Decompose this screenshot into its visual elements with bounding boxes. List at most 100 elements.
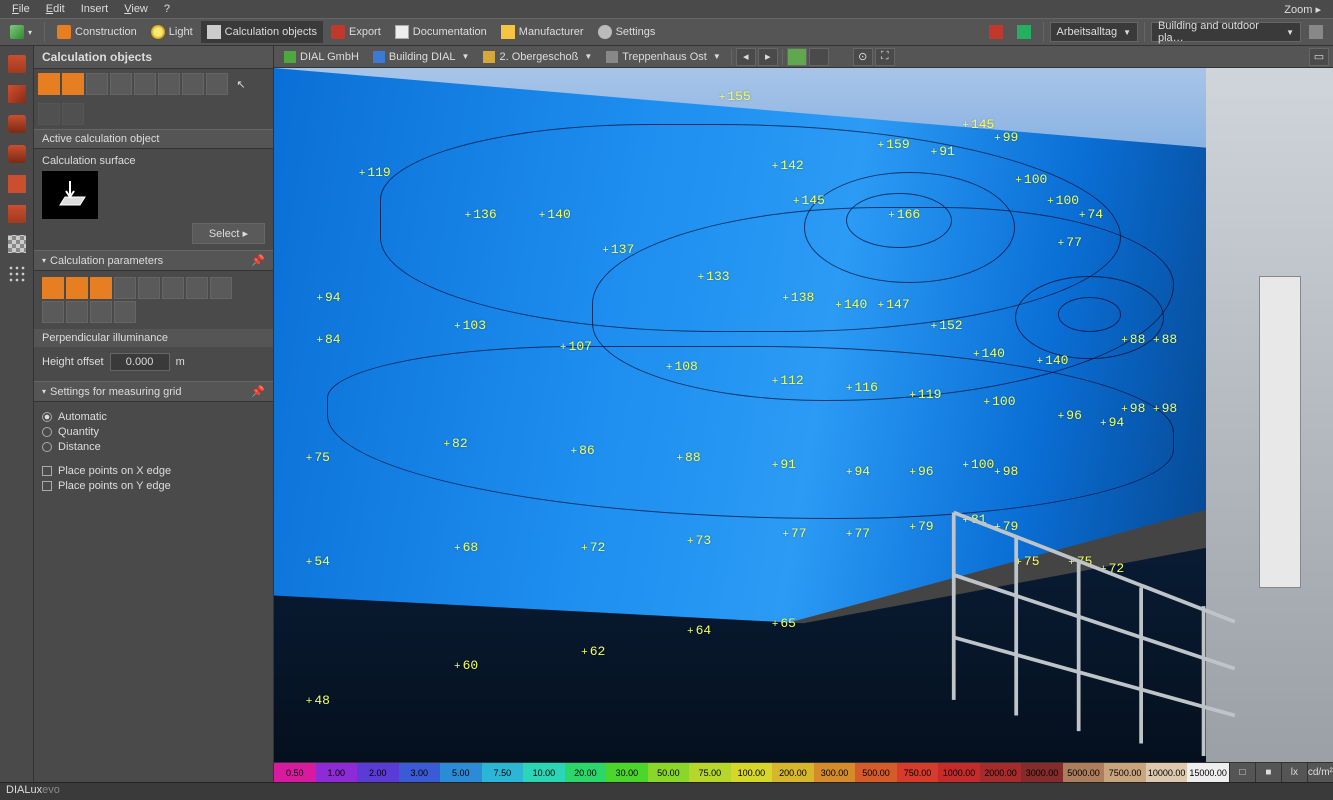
menu-view[interactable]: View — [116, 2, 156, 16]
view-maximize[interactable]: ▭ — [1309, 48, 1329, 66]
settings-icon — [598, 25, 612, 39]
check-y-edge[interactable]: Place points on Y edge — [42, 480, 265, 492]
scale-stop: 0.50 — [274, 763, 316, 782]
param-tool-8[interactable] — [210, 277, 232, 299]
tab-construction[interactable]: Construction — [51, 21, 143, 43]
illuminance-value: 140 — [973, 346, 1005, 361]
illuminance-value: 77 — [1058, 235, 1082, 250]
tab-calculation-objects[interactable]: Calculation objects — [201, 21, 323, 43]
shape-tool-7[interactable] — [182, 73, 204, 95]
illuminance-value: 152 — [931, 318, 963, 333]
measuring-grid-header[interactable]: ▾Settings for measuring grid📌 — [34, 381, 273, 402]
view-mode-3d[interactable] — [787, 48, 807, 66]
illuminance-value: 65 — [772, 616, 796, 631]
select-button[interactable]: Select ▸ — [192, 223, 265, 244]
zoom-label[interactable]: Zoom ▸ — [1276, 2, 1329, 17]
vbtn-building[interactable] — [3, 80, 31, 108]
illuminance-value: 79 — [909, 519, 933, 534]
vbtn-grid[interactable] — [3, 260, 31, 288]
param-tool-2[interactable] — [66, 277, 88, 299]
menu-insert[interactable]: Insert — [73, 2, 117, 16]
unit-lx[interactable]: lx — [1281, 763, 1307, 782]
tab-settings[interactable]: Settings — [592, 21, 662, 43]
crumb-project[interactable]: DIAL GmbH — [278, 49, 365, 65]
close-button[interactable] — [983, 21, 1009, 43]
tab-light[interactable]: Light — [145, 21, 199, 43]
view-center[interactable]: ⊙ — [853, 48, 873, 66]
radio-automatic[interactable]: Automatic — [42, 411, 265, 423]
param-tool-3[interactable] — [90, 277, 112, 299]
can2-icon — [8, 145, 26, 163]
illuminance-value: 112 — [772, 373, 804, 388]
unit-cd/m²[interactable]: cd/m² — [1307, 763, 1333, 782]
illuminance-value: 86 — [571, 443, 595, 458]
param-tool-9[interactable] — [42, 301, 64, 323]
shape-tool-2[interactable] — [62, 73, 84, 95]
scene-combo[interactable]: Arbeitsalltag▼ — [1050, 22, 1138, 42]
calc-params-header[interactable]: ▾Calculation parameters📌 — [34, 250, 273, 271]
scale-toggle-1[interactable]: ■ — [1255, 763, 1281, 782]
pointer-tool[interactable]: ↖ — [230, 73, 252, 95]
check-x-edge[interactable]: Place points on X edge — [42, 465, 265, 477]
vbtn-project[interactable] — [3, 50, 31, 78]
radio-distance[interactable]: Distance — [42, 441, 265, 453]
scale-toggle-0[interactable]: □ — [1229, 763, 1255, 782]
crumb-building[interactable]: Building DIAL▼ — [367, 49, 476, 65]
save-button[interactable]: ▾ — [4, 21, 38, 43]
menu-edit[interactable]: Edit — [38, 2, 73, 16]
vbtn-text[interactable] — [3, 170, 31, 198]
view-extents[interactable]: ⛶ — [875, 48, 895, 66]
param-tool-10[interactable] — [66, 301, 88, 323]
param-tool-12[interactable] — [114, 301, 136, 323]
shape-tool-6[interactable] — [158, 73, 180, 95]
project-icon — [284, 51, 296, 63]
plan-combo[interactable]: Building and outdoor pla…▼ — [1151, 22, 1301, 42]
shape-tool-5[interactable] — [134, 73, 156, 95]
render-canvas[interactable]: 1191551361401371331421451381401471661521… — [274, 68, 1333, 762]
view-nav-prev[interactable]: ◂ — [736, 48, 756, 66]
crumb-room[interactable]: Treppenhaus Ost▼ — [600, 49, 727, 65]
shape-tool-4[interactable] — [110, 73, 132, 95]
shape-tool-9[interactable] — [38, 103, 60, 125]
param-tool-1[interactable] — [42, 277, 64, 299]
active-object-thumb — [42, 171, 98, 219]
tab-manufacturer[interactable]: Manufacturer — [495, 21, 590, 43]
layout-button[interactable] — [1303, 21, 1329, 43]
illuminance-value: 62 — [581, 644, 605, 659]
param-tool-7[interactable] — [186, 277, 208, 299]
illuminance-value: 91 — [772, 457, 796, 472]
illuminance-value: 75 — [306, 450, 330, 465]
vbtn-storey[interactable] — [3, 140, 31, 168]
illuminance-value: 88 — [1153, 332, 1177, 347]
shape-tool-1[interactable] — [38, 73, 60, 95]
vbtn-measure[interactable] — [3, 200, 31, 228]
vbtn-materials[interactable] — [3, 230, 31, 258]
illuminance-value: 96 — [909, 464, 933, 479]
illuminance-value: 64 — [687, 623, 711, 638]
shape-tool-8[interactable] — [206, 73, 228, 95]
height-offset-input[interactable] — [110, 353, 170, 371]
menu-file[interactable]: File — [4, 2, 38, 16]
radio-quantity[interactable]: Quantity — [42, 426, 265, 438]
param-tool-6[interactable] — [162, 277, 184, 299]
shape-tool-10[interactable] — [62, 103, 84, 125]
pin-icon-2[interactable]: 📌 — [251, 385, 265, 398]
flag-button[interactable] — [1011, 21, 1037, 43]
menu-help[interactable]: ? — [156, 2, 178, 16]
param-tool-11[interactable] — [90, 301, 112, 323]
calc-objects-icon — [207, 25, 221, 39]
breadcrumb: DIAL GmbH Building DIAL▼ 2. Obergeschoß▼… — [274, 46, 1333, 68]
param-tool-4[interactable] — [114, 277, 136, 299]
tab-documentation[interactable]: Documentation — [389, 21, 493, 43]
illuminance-value: 94 — [846, 464, 870, 479]
view-nav-next[interactable]: ▸ — [758, 48, 778, 66]
illuminance-value: 100 — [1015, 172, 1047, 187]
illuminance-value: 60 — [454, 658, 478, 673]
param-tool-5[interactable] — [138, 277, 160, 299]
tab-export[interactable]: Export — [325, 21, 387, 43]
view-mode-plan[interactable] — [809, 48, 829, 66]
crumb-storey[interactable]: 2. Obergeschoß▼ — [477, 49, 598, 65]
pin-icon[interactable]: 📌 — [251, 254, 265, 267]
vbtn-furniture[interactable] — [3, 110, 31, 138]
shape-tool-3[interactable] — [86, 73, 108, 95]
